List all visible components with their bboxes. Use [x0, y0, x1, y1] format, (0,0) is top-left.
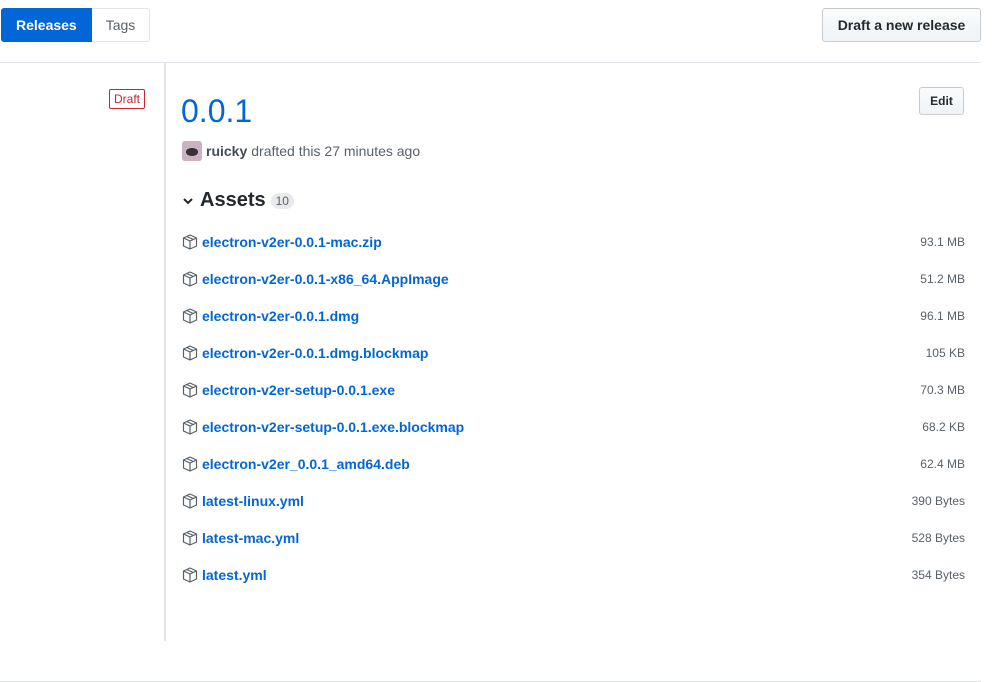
- tab-tags[interactable]: Tags: [91, 8, 151, 42]
- asset-name[interactable]: electron-v2er-setup-0.0.1.exe.blockmap: [202, 419, 464, 435]
- release-meta: ruicky drafted this 27 minutes ago: [182, 141, 420, 161]
- asset-link[interactable]: latest.yml: [182, 567, 267, 583]
- asset-name[interactable]: latest-linux.yml: [202, 493, 304, 509]
- asset-size: 96.1 MB: [920, 308, 965, 323]
- release-subnav: Releases Tags: [1, 8, 151, 42]
- package-icon: [182, 270, 198, 287]
- asset-name[interactable]: electron-v2er-0.0.1.dmg.blockmap: [202, 345, 428, 361]
- asset-name[interactable]: latest.yml: [202, 567, 267, 583]
- draft-status-label: Draft: [109, 89, 146, 109]
- asset-name[interactable]: electron-v2er_0.0.1_amd64.deb: [202, 456, 410, 472]
- asset-name[interactable]: latest-mac.yml: [202, 530, 299, 546]
- asset-size: 51.2 MB: [920, 271, 965, 286]
- asset-row: electron-v2er-0.0.1.dmg.blockmap 105 KB: [182, 334, 965, 371]
- asset-row: electron-v2er-setup-0.0.1.exe 70.3 MB: [182, 371, 965, 408]
- package-icon: [182, 455, 198, 472]
- author-link[interactable]: ruicky: [206, 143, 247, 159]
- asset-size: 354 Bytes: [911, 567, 965, 582]
- timeline-line: [164, 63, 166, 641]
- asset-row: electron-v2er-0.0.1-x86_64.AppImage 51.2 …: [182, 260, 965, 297]
- asset-size: 62.4 MB: [920, 456, 965, 471]
- asset-link[interactable]: electron-v2er-0.0.1-x86_64.AppImage: [182, 271, 449, 287]
- asset-size: 93.1 MB: [920, 234, 965, 249]
- edit-release-button[interactable]: Edit: [919, 87, 964, 115]
- package-icon: [182, 492, 198, 509]
- assets-title: Assets: [200, 189, 266, 211]
- asset-row: electron-v2er-setup-0.0.1.exe.blockmap 68…: [182, 408, 965, 445]
- asset-row: latest-mac.yml 528 Bytes: [182, 519, 965, 556]
- asset-size: 70.3 MB: [920, 382, 965, 397]
- package-icon: [182, 418, 198, 435]
- release-meta-text: drafted this 27 minutes ago: [251, 143, 421, 159]
- package-icon: [182, 381, 198, 398]
- asset-row: latest.yml 354 Bytes: [182, 556, 965, 593]
- release-title[interactable]: 0.0.1: [181, 91, 252, 131]
- asset-row: latest-linux.yml 390 Bytes: [182, 482, 965, 519]
- asset-link[interactable]: electron-v2er-0.0.1.dmg: [182, 308, 359, 324]
- assets-toggle[interactable]: Assets 10: [182, 189, 294, 212]
- asset-list: electron-v2er-0.0.1-mac.zip 93.1 MB electr…: [182, 223, 965, 593]
- asset-link[interactable]: electron-v2er-setup-0.0.1.exe: [182, 382, 395, 398]
- package-icon: [182, 307, 198, 324]
- tab-releases[interactable]: Releases: [1, 8, 92, 42]
- asset-link[interactable]: latest-mac.yml: [182, 530, 299, 546]
- asset-row: electron-v2er-0.0.1-mac.zip 93.1 MB: [182, 223, 965, 260]
- asset-name[interactable]: electron-v2er-setup-0.0.1.exe: [202, 382, 395, 398]
- asset-row: electron-v2er_0.0.1_amd64.deb 62.4 MB: [182, 445, 965, 482]
- package-icon: [182, 529, 198, 546]
- assets-count-badge: 10: [270, 192, 294, 209]
- top-divider: [0, 62, 981, 63]
- asset-name[interactable]: electron-v2er-0.0.1.dmg: [202, 308, 359, 324]
- asset-row: electron-v2er-0.0.1.dmg 96.1 MB: [182, 297, 965, 334]
- package-icon: [182, 233, 198, 250]
- asset-link[interactable]: latest-linux.yml: [182, 493, 304, 509]
- asset-name[interactable]: electron-v2er-0.0.1-mac.zip: [202, 234, 382, 250]
- asset-size: 528 Bytes: [911, 530, 965, 545]
- asset-size: 390 Bytes: [911, 493, 965, 508]
- asset-size: 105 KB: [925, 345, 965, 360]
- asset-link[interactable]: electron-v2er-0.0.1.dmg.blockmap: [182, 345, 428, 361]
- avatar[interactable]: [182, 141, 202, 161]
- asset-name[interactable]: electron-v2er-0.0.1-x86_64.AppImage: [202, 271, 449, 287]
- package-icon: [182, 566, 198, 583]
- asset-link[interactable]: electron-v2er-setup-0.0.1.exe.blockmap: [182, 419, 464, 435]
- asset-size: 68.2 KB: [922, 419, 965, 434]
- asset-link[interactable]: electron-v2er_0.0.1_amd64.deb: [182, 456, 410, 472]
- chevron-down-icon: [183, 197, 193, 204]
- asset-link[interactable]: electron-v2er-0.0.1-mac.zip: [182, 234, 382, 250]
- draft-new-release-button[interactable]: Draft a new release: [822, 8, 981, 42]
- package-icon: [182, 344, 198, 361]
